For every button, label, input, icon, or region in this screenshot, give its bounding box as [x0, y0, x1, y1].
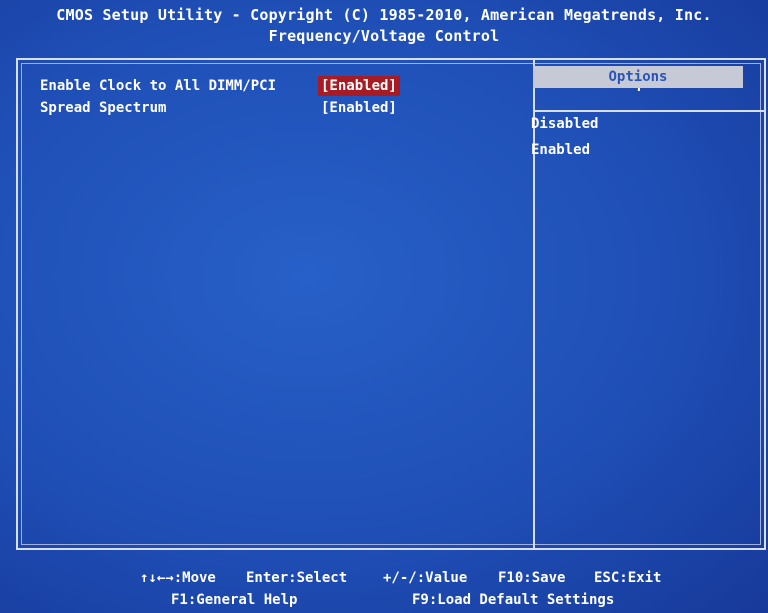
key-hint-general-help: F1:General Help	[171, 592, 298, 608]
setting-value-selected[interactable]: [Enabled]	[318, 76, 400, 96]
utility-title: CMOS Setup Utility - Copyright (C) 1985-…	[56, 6, 712, 24]
help-title-divider	[535, 110, 764, 112]
key-hint-select: Enter:Select	[246, 570, 348, 586]
frame-inner-border	[21, 63, 761, 545]
setting-value[interactable]: [Enabled]	[318, 98, 400, 118]
page-title: Frequency/Voltage Control	[268, 27, 500, 45]
options-header: Options	[533, 66, 743, 88]
main-frame: Enable Clock to All DIMM/PCI [Enabled] S…	[16, 58, 766, 550]
help-panel-divider	[533, 60, 535, 548]
key-hint-load-defaults: F9:Load Default Settings	[412, 592, 615, 608]
key-hint-exit: ESC:Exit	[594, 570, 662, 586]
key-hint-save: F10:Save	[498, 570, 566, 586]
key-hint-value: +/-/:Value	[383, 570, 468, 586]
setting-label: Enable Clock to All DIMM/PCI	[40, 78, 277, 94]
option-disabled[interactable]: Disabled	[531, 116, 598, 132]
key-hint-move: ↑↓←→:Move	[140, 570, 216, 586]
setting-label: Spread Spectrum	[40, 100, 167, 116]
bios-screen: CMOS Setup Utility - Copyright (C) 1985-…	[0, 0, 768, 613]
option-enabled[interactable]: Enabled	[531, 142, 590, 158]
